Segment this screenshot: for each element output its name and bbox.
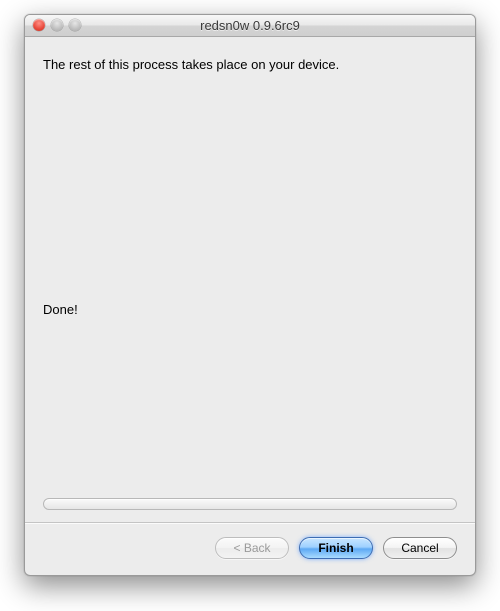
separator bbox=[25, 522, 475, 523]
minimize-icon[interactable] bbox=[51, 19, 63, 31]
window-title: redsn0w 0.9.6rc9 bbox=[25, 15, 475, 37]
content-area: The rest of this process takes place on … bbox=[25, 37, 475, 575]
cancel-button[interactable]: Cancel bbox=[383, 537, 457, 559]
zoom-icon[interactable] bbox=[69, 19, 81, 31]
app-window: redsn0w 0.9.6rc9 The rest of this proces… bbox=[24, 14, 476, 576]
instruction-text: The rest of this process takes place on … bbox=[43, 57, 457, 72]
progress-bar bbox=[43, 498, 457, 510]
status-text: Done! bbox=[43, 302, 457, 317]
close-icon[interactable] bbox=[33, 19, 45, 31]
window-controls bbox=[33, 19, 81, 31]
back-button: < Back bbox=[215, 537, 289, 559]
finish-button[interactable]: Finish bbox=[299, 537, 373, 559]
button-row: < Back Finish Cancel bbox=[43, 537, 457, 563]
titlebar[interactable]: redsn0w 0.9.6rc9 bbox=[25, 15, 475, 37]
